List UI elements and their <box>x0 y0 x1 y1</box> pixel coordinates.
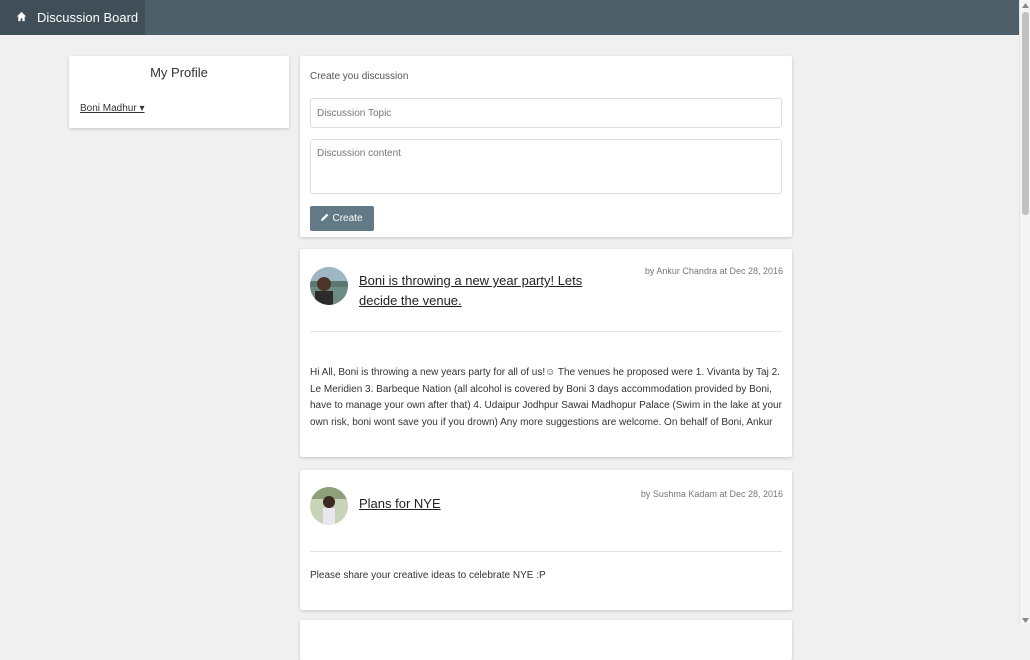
vertical-scrollbar[interactable] <box>1019 0 1030 625</box>
post-divider <box>310 551 782 552</box>
profile-card: My Profile Boni Madhur ▾ <box>69 56 289 128</box>
brand-label: Discussion Board <box>37 10 139 25</box>
scroll-thumb[interactable] <box>1022 12 1029 215</box>
create-button[interactable]: Create <box>310 206 374 231</box>
home-icon <box>16 10 27 25</box>
discussion-post: Boni is throwing a new year party! Lets … <box>300 249 792 457</box>
post-body: Hi All, Boni is throwing a new years par… <box>310 367 782 428</box>
create-button-label: Create <box>332 213 363 224</box>
discussion-post: Plans for NYE by Sushma Kadam at Dec 28,… <box>300 470 792 610</box>
profile-title: My Profile <box>150 65 208 80</box>
author-avatar <box>310 487 348 525</box>
pencil-icon <box>321 213 329 224</box>
discussion-post <box>300 620 792 660</box>
post-meta: by Sushma Kadam at Dec 28, 2016 <box>640 489 783 499</box>
top-navbar: Discussion Board <box>0 0 1019 35</box>
scroll-down-arrow-icon[interactable] <box>1020 615 1030 625</box>
post-divider <box>310 331 782 332</box>
create-discussion-heading: Create you discussion <box>310 71 409 82</box>
post-title-link[interactable]: Boni is throwing a new year party! Lets … <box>359 271 609 311</box>
discussion-topic-input[interactable] <box>310 98 782 128</box>
post-body: Please share your creative ideas to cele… <box>310 570 546 581</box>
profile-user-dropdown[interactable]: Boni Madhur ▾ <box>80 103 145 114</box>
scroll-up-arrow-icon[interactable] <box>1020 0 1030 10</box>
post-meta: by Ankur Chandra at Dec 28, 2016 <box>644 266 783 276</box>
brand-link[interactable]: Discussion Board <box>0 0 145 35</box>
author-avatar <box>310 267 348 305</box>
discussion-content-input[interactable] <box>310 139 782 194</box>
post-title-link[interactable]: Plans for NYE <box>359 494 441 514</box>
create-discussion-card: Create you discussion Create <box>300 56 792 237</box>
